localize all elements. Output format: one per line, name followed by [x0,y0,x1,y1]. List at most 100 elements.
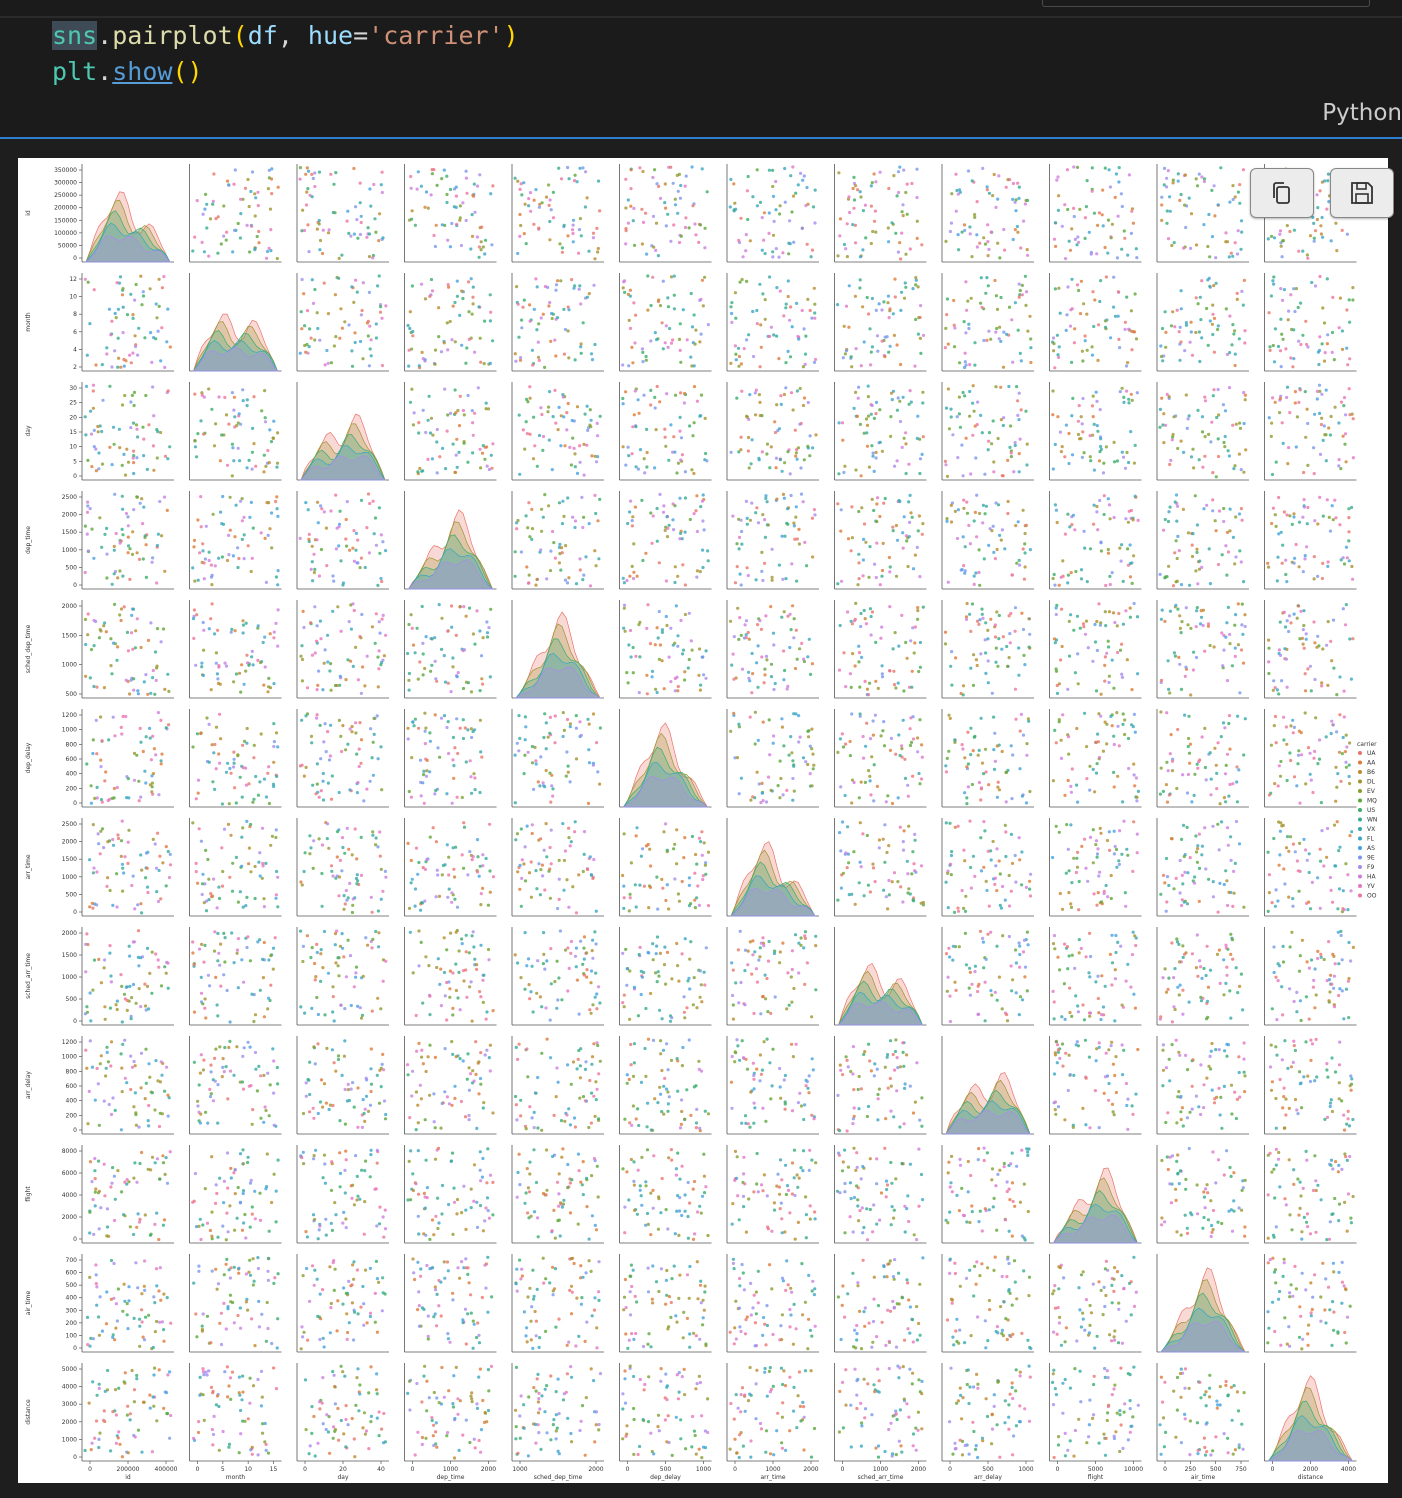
scatter-point [971,384,975,388]
scatter-point [530,537,534,541]
scatter-point [672,293,676,297]
scatter-point [528,385,532,389]
scatter-point [1325,342,1329,346]
scatter-point [807,637,811,641]
scatter-point [1063,793,1067,798]
scatter-point [960,443,964,447]
scatter-point [1343,750,1347,754]
scatter-point [984,291,988,295]
scatter-point [1184,225,1188,230]
scatter-point [869,633,873,637]
scatter-point [666,526,670,530]
pairplot-panel: 051015202530day [25,382,174,481]
pairplot-panel [726,164,819,263]
scatter-point [475,609,479,613]
scatter-point [631,645,635,650]
scatter-point [907,402,911,406]
scatter-point [445,200,449,205]
scatter-point [777,563,782,567]
scatter-point [428,739,432,743]
scatter-point [593,493,597,497]
scatter-point [1200,735,1204,739]
scatter-point [948,229,953,234]
scatter-point [630,345,634,349]
scatter-point [596,246,600,251]
scatter-point [419,184,423,188]
scatter-point [476,386,480,390]
y-tick-label: 1000 [62,662,77,669]
scatter-point [1028,632,1032,636]
scatter-point [794,454,798,458]
scatter-point [198,551,202,555]
scatter-point [866,693,871,697]
scatter-point [983,472,987,476]
scatter-point [1123,466,1128,470]
scatter-point [458,394,462,398]
scatter-point [964,280,968,284]
scatter-point [466,728,470,732]
scatter-point [445,792,449,796]
scatter-point [478,447,482,451]
code-editor[interactable]: sns.pairplot(df, hue='carrier') plt.show(… [52,18,519,90]
scatter-point [1085,580,1089,584]
scatter-point [1348,357,1352,361]
scatter-point [371,499,375,503]
scatter-point [1216,562,1221,567]
scatter-point [1343,432,1348,436]
scatter-point [103,779,107,783]
scatter-point [430,457,434,461]
scatter-point [1313,677,1317,682]
scatter-point [109,664,113,668]
scatter-point [193,445,198,449]
scatter-point [135,456,139,460]
scatter-point [883,496,887,501]
scatter-point [789,305,793,309]
scatter-point [1226,605,1230,609]
scatter-point [209,617,213,621]
scatter-point [1236,190,1240,194]
scatter-point [896,250,901,254]
scatter-point [1228,782,1232,787]
scatter-point [1299,301,1303,305]
code-cell[interactable]: sns.pairplot(df, hue='carrier') plt.show(… [0,0,1402,138]
scatter-point [534,277,538,281]
scatter-point [747,670,751,674]
scatter-point [381,236,385,240]
scatter-point [859,780,863,784]
scatter-point [438,455,442,459]
scatter-point [979,652,983,656]
code-line[interactable]: plt.show() [52,54,519,90]
cell-language-label[interactable]: Python [1322,100,1402,126]
scatter-point [1107,674,1111,678]
code-line[interactable]: sns.pairplot(df, hue='carrier') [52,18,519,54]
scatter-point [589,418,593,422]
scatter-point [785,521,789,525]
scatter-point [996,785,1000,789]
scatter-point [1301,628,1305,632]
scatter-point [1162,166,1167,170]
scatter-point [850,365,854,369]
scatter-point [1179,289,1183,293]
scatter-point [980,305,984,309]
scatter-point [991,194,995,198]
scatter-point [232,750,236,754]
scatter-point [1235,297,1239,301]
scatter-point [233,415,237,419]
scatter-point [1288,514,1292,518]
scatter-point [1319,232,1323,236]
scatter-point [126,515,130,519]
scatter-point [317,170,322,174]
scatter-point [695,529,700,534]
scatter-point [778,759,782,763]
scatter-point [455,465,459,469]
scatter-point [461,408,465,413]
scatter-point [836,303,840,307]
scatter-point [310,278,314,282]
scatter-point [1120,675,1124,680]
scatter-point [1168,752,1172,756]
scatter-point [683,391,687,396]
scatter-point [1288,411,1292,415]
scatter-point [1241,303,1245,307]
scatter-point [1212,284,1216,288]
scatter-point [328,669,332,673]
